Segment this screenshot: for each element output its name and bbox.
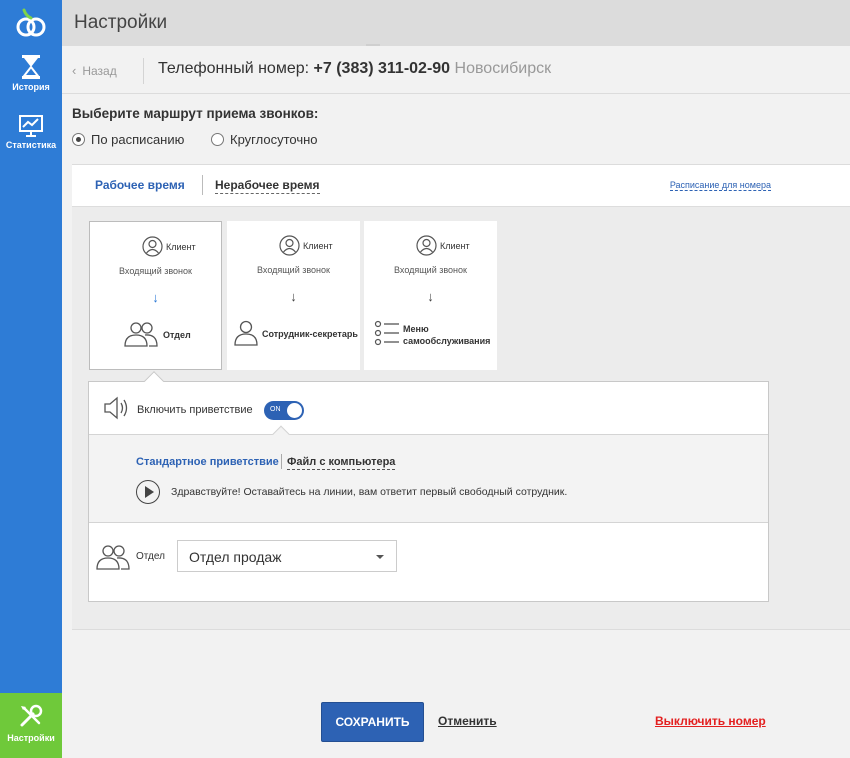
sidebar-item-statistics[interactable]: Статистика [0, 114, 62, 150]
department-select[interactable]: Отдел продаж [177, 540, 397, 572]
back-button[interactable]: ‹ Назад [72, 63, 117, 78]
route-target-label: Сотрудник-секретарь [262, 329, 358, 339]
user-circle-icon [279, 235, 300, 256]
radio-dot[interactable] [211, 133, 224, 146]
greeting-label: Включить приветствие [137, 404, 253, 416]
arrow-down-icon: ↓ [427, 289, 434, 304]
route-card-department[interactable]: Клиент Входящий звонок ↓ Отдел [89, 221, 222, 370]
menu-list-icon [374, 320, 399, 346]
chart-icon [19, 115, 43, 137]
route-title: Выберите маршрут приема звонков: [72, 106, 319, 121]
users-icon [96, 545, 130, 570]
phone-number: +7 (383) 311-02-90 [313, 60, 451, 77]
divider [281, 454, 282, 469]
route-target: Сотрудник-секретарь [227, 320, 360, 350]
incoming-call-label: Входящий звонок [394, 265, 467, 275]
phone-city: Новосибирск [454, 60, 552, 77]
toggle-knob [287, 403, 302, 418]
incoming-call-label: Входящий звонок [119, 266, 192, 276]
department-row: Отдел Отдел продаж [89, 523, 768, 601]
radio-label: Круглосуточно [230, 132, 318, 147]
client-text: Клиент [303, 241, 333, 251]
tools-icon [20, 704, 43, 727]
save-button[interactable]: СОХРАНИТЬ [321, 702, 424, 742]
radio-dot[interactable] [72, 133, 85, 146]
tab-standard-greeting[interactable]: Стандартное приветствие [136, 456, 279, 468]
chevron-left-icon: ‹ [72, 63, 77, 78]
sidebar-item-history[interactable]: История [0, 54, 62, 92]
caret-down-icon [376, 555, 384, 559]
route-target-label: Меню [403, 324, 429, 334]
phone-line: Телефонный номер: +7 (383) 311-02-90 Нов… [158, 60, 551, 78]
route-target: Отдел [90, 321, 221, 351]
toggle-on-label: ON [270, 406, 281, 413]
sidebar-item-label: Статистика [5, 140, 57, 150]
sidebar-item-settings[interactable]: Настройки [0, 693, 62, 758]
greeting-toggle[interactable]: ON [264, 401, 304, 420]
route-target: Меню самообслуживания [364, 320, 497, 350]
sidebar-item-label: Настройки [7, 733, 55, 743]
user-circle-icon [416, 235, 437, 256]
tab-file-from-computer[interactable]: Файл с компьютера [287, 456, 396, 470]
cancel-link[interactable]: Отменить [438, 714, 497, 728]
divider [143, 58, 144, 84]
route-target-label: Отдел [163, 330, 191, 340]
user-circle-icon [142, 236, 163, 257]
greeting-panel: Включить приветствие ON Стандартное прив… [88, 371, 769, 602]
header: Настройки [62, 0, 850, 48]
radio-round-the-clock[interactable]: Круглосуточно [211, 132, 318, 147]
tab-work-time[interactable]: Рабочее время [95, 178, 185, 192]
route-card-self-service-menu[interactable]: Клиент Входящий звонок ↓ Меню самообслуж… [364, 221, 497, 370]
divider [202, 175, 203, 195]
greeting-body: Стандартное приветствие Файл с компьютер… [89, 435, 768, 523]
back-label: Назад [82, 64, 117, 78]
route-panel: Рабочее время Нерабочее время Расписание… [72, 164, 850, 630]
tab-non-work-time[interactable]: Нерабочее время [215, 178, 320, 194]
tabs-bar: Рабочее время Нерабочее время Расписание… [72, 165, 850, 207]
greeting-text: Здравствуйте! Оставайтесь на линии, вам … [171, 486, 568, 498]
schedule-link[interactable]: Расписание для номера [669, 180, 771, 191]
client-text: Клиент [166, 242, 196, 252]
phone-prefix: Телефонный номер: [158, 60, 310, 77]
disable-number-link[interactable]: Выключить номер [655, 714, 766, 728]
arrow-down-icon: ↓ [152, 290, 159, 305]
logo-icon[interactable] [14, 6, 48, 40]
user-icon [234, 320, 258, 346]
users-icon [124, 322, 158, 347]
play-icon[interactable] [136, 480, 160, 504]
arrow-down-icon: ↓ [290, 289, 297, 304]
radio-label: По расписанию [91, 132, 185, 147]
subheader: ‹ Назад Телефонный номер: +7 (383) 311-02… [62, 46, 850, 94]
sidebar: История Статистика Настройки [0, 0, 62, 758]
route-card-secretary[interactable]: Клиент Входящий звонок ↓ Сотрудник-секре… [227, 221, 360, 370]
hourglass-icon [21, 55, 41, 79]
incoming-call-label: Входящий звонок [257, 265, 330, 275]
department-selected-value: Отдел продаж [189, 549, 282, 565]
greeting-row: Включить приветствие ON [89, 382, 768, 435]
route-target-label: самообслуживания [403, 336, 491, 346]
sidebar-item-label: История [12, 82, 50, 92]
page-title: Настройки [74, 12, 168, 33]
department-label: Отдел [136, 551, 165, 562]
speaker-icon [104, 396, 128, 420]
radio-schedule[interactable]: По расписанию [72, 132, 184, 147]
client-text: Клиент [440, 241, 470, 251]
